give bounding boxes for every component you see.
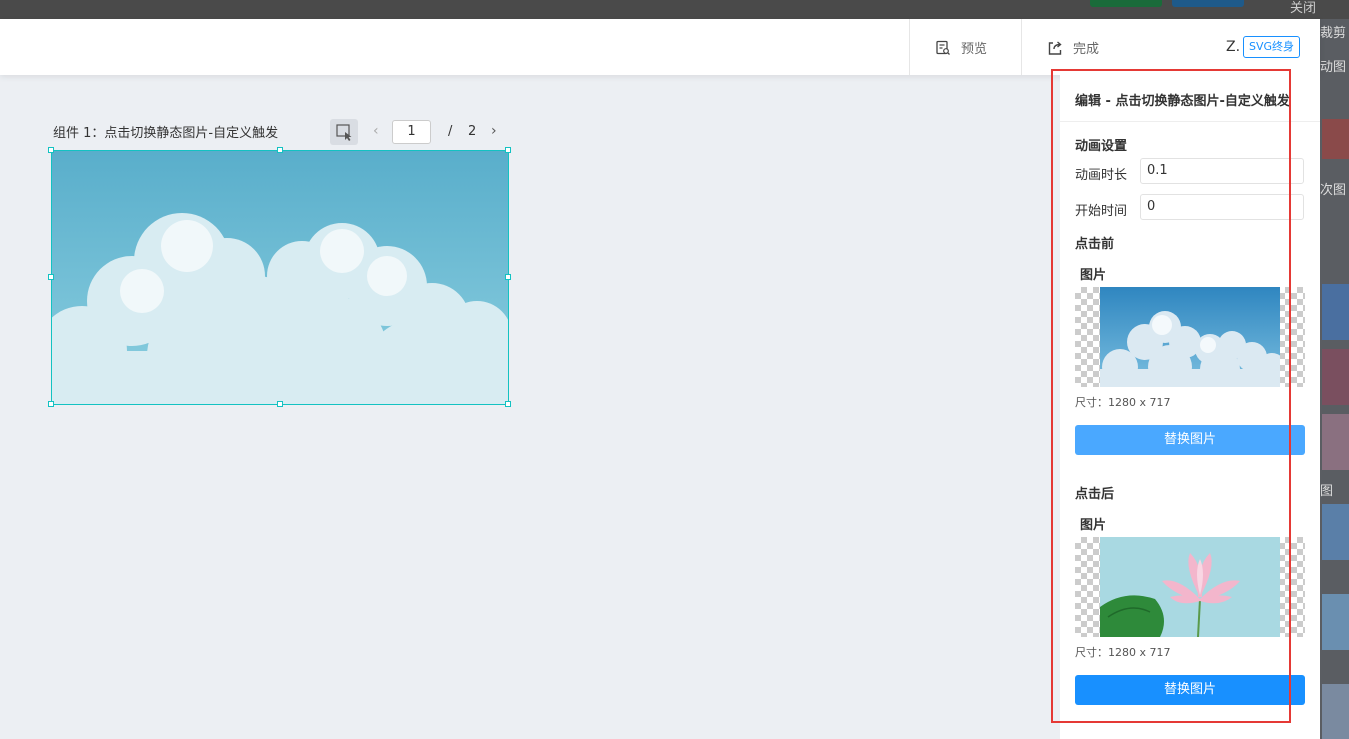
- background-text: 图: [1320, 484, 1334, 499]
- panel-divider: [1060, 121, 1320, 122]
- background-thumbnail: [1322, 594, 1349, 650]
- header-divider: [909, 19, 910, 75]
- preview-button[interactable]: 预览: [935, 38, 987, 57]
- after-image-size: 尺寸：1280 x 717: [1075, 646, 1171, 659]
- after-click-heading: 点击后: [1075, 487, 1115, 502]
- before-replace-image-button[interactable]: 替换图片: [1075, 425, 1305, 455]
- before-image-preview[interactable]: [1075, 287, 1305, 387]
- share-icon: [1048, 40, 1062, 55]
- page-separator: /: [448, 124, 453, 139]
- logo-mark: Z.: [1226, 39, 1241, 55]
- after-replace-image-button[interactable]: 替换图片: [1075, 675, 1305, 705]
- resize-handle[interactable]: [505, 401, 511, 407]
- background-text: 动图: [1320, 60, 1347, 75]
- start-time-label: 开始时间: [1075, 204, 1128, 219]
- after-image-label: 图片: [1080, 518, 1107, 533]
- resize-handle[interactable]: [48, 147, 54, 153]
- background-thumbnail: [1322, 284, 1349, 340]
- page-total: 2: [468, 124, 477, 139]
- background-thumbnail: [1322, 119, 1349, 159]
- svg-lifetime-badge[interactable]: SVG终身: [1243, 36, 1301, 58]
- page-number-input[interactable]: 1: [392, 120, 431, 144]
- select-cursor-icon: [336, 124, 352, 141]
- prev-page-arrow-icon[interactable]: ‹: [373, 123, 379, 139]
- resize-handle[interactable]: [48, 274, 54, 280]
- background-right-strip: 裁剪 动图 次图 图: [1320, 19, 1349, 739]
- panel-title: 编辑 - 点击切换静态图片-自定义触发: [1075, 94, 1290, 109]
- background-text: 裁剪: [1320, 26, 1347, 41]
- next-page-arrow-icon[interactable]: ›: [491, 123, 497, 139]
- background-blue-button: [1172, 0, 1244, 7]
- background-thumbnail: [1322, 349, 1349, 405]
- background-top-strip: 关闭: [0, 0, 1349, 19]
- before-click-heading: 点击前: [1075, 237, 1115, 252]
- background-thumbnail: [1322, 684, 1349, 739]
- animation-settings-heading: 动画设置: [1075, 139, 1128, 154]
- background-green-button: [1090, 0, 1162, 7]
- edit-panel: 编辑 - 点击切换静态图片-自定义触发 动画设置 动画时长 0.1 开始时间 0…: [1060, 75, 1320, 739]
- duration-label: 动画时长: [1075, 168, 1128, 183]
- preview-label: 预览: [961, 42, 988, 57]
- preview-icon: [936, 40, 950, 55]
- resize-handle[interactable]: [277, 401, 283, 407]
- lotus-thumbnail-image: [1100, 537, 1280, 637]
- start-time-input[interactable]: 0: [1140, 194, 1304, 220]
- editor-header: 预览 完成 Z. SVG终身: [0, 19, 1320, 75]
- after-image-preview[interactable]: [1075, 537, 1305, 637]
- done-button[interactable]: 完成: [1047, 38, 1099, 57]
- done-label: 完成: [1073, 42, 1100, 57]
- before-image-label: 图片: [1080, 268, 1107, 283]
- header-divider: [1021, 19, 1022, 75]
- resize-handle[interactable]: [505, 274, 511, 280]
- resize-handle[interactable]: [48, 401, 54, 407]
- resize-handle[interactable]: [505, 147, 511, 153]
- select-tool-button[interactable]: [330, 119, 358, 145]
- cloud-sky-image: [52, 151, 508, 404]
- before-image-size: 尺寸：1280 x 717: [1075, 396, 1171, 409]
- cloud-thumbnail-image: [1100, 287, 1280, 387]
- background-thumbnail: [1322, 414, 1349, 470]
- duration-input[interactable]: 0.1: [1140, 158, 1304, 184]
- background-text: 次图: [1320, 183, 1347, 198]
- close-link[interactable]: 关闭: [1290, 0, 1316, 16]
- background-thumbnail: [1322, 504, 1349, 560]
- component-label: 组件 1：点击切换静态图片-自定义触发: [53, 126, 279, 141]
- resize-handle[interactable]: [277, 147, 283, 153]
- canvas-selected-image[interactable]: [51, 150, 509, 405]
